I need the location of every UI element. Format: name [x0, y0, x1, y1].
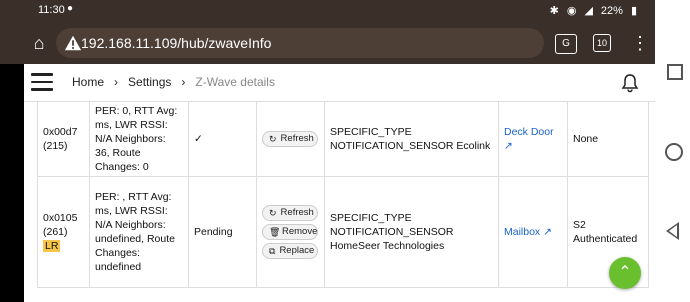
node-id-cell: 0x0105 (261) LR — [37, 176, 90, 288]
device-link-cell: Deck Door ↗ — [498, 101, 568, 177]
android-nav-bar — [655, 0, 690, 302]
page-header: Home › Settings › Z-Wave details — [24, 64, 655, 102]
wifi-icon: ◉ — [566, 5, 577, 17]
tab-count-button[interactable]: 10 — [593, 34, 611, 52]
node-stats: PER: 0, RTT Avg: ms, LWR RSSI: N/A Neigh… — [89, 101, 189, 177]
breadcrumb-current: Z-Wave details — [195, 75, 275, 89]
hamburger-menu-icon[interactable] — [31, 73, 53, 91]
device-link-cell: Mailbox ↗ — [498, 176, 568, 288]
node-id-hex: 0x00d7 — [43, 126, 78, 138]
refresh-label: Refresh — [280, 133, 314, 144]
device-type: SPECIFIC_TYPE NOTIFICATION_SENSOR Ecolin… — [324, 101, 499, 177]
trash-icon: 🗑 — [269, 227, 281, 237]
home-icon[interactable]: ⌂ — [28, 32, 50, 54]
notification-dot-icon: ● — [67, 3, 74, 14]
refresh-button[interactable]: ↻ Refresh — [262, 131, 318, 147]
recents-icon[interactable] — [667, 64, 683, 80]
device-link[interactable]: Mailbox — [504, 226, 540, 238]
node-stats: PER: , RTT Avg: ms, LWR RSSI: N/A Neighb… — [89, 176, 189, 288]
table-row: 0x0105 (261) LR PER: , RTT Avg: ms, LWR … — [37, 176, 649, 288]
node-id-decimal: (261) — [43, 226, 68, 238]
node-id-decimal: (215) — [43, 140, 68, 152]
battery-icon: ▮ — [630, 5, 637, 17]
status-time: 11:30 — [38, 4, 65, 16]
remove-label: Remove — [282, 226, 318, 237]
battery-percent: 22% — [600, 4, 623, 17]
node-actions: ↻ Refresh 🗑 Remove ⧉ Replace — [256, 176, 325, 288]
bell-icon[interactable] — [620, 73, 640, 93]
refresh-button[interactable]: ↻ Refresh — [262, 205, 318, 221]
breadcrumb: Home › Settings › Z-Wave details — [72, 75, 275, 89]
home-circle-icon[interactable] — [665, 143, 683, 161]
node-id-cell: 0x00d7 (215) — [37, 101, 90, 177]
chevron-right-icon: › — [114, 75, 119, 89]
refresh-label: Refresh — [280, 207, 314, 218]
security-level: None — [567, 101, 649, 177]
address-bar[interactable]: 192.168.11.109/hub/zwaveInfo — [56, 28, 544, 58]
long-range-badge: LR — [43, 240, 61, 252]
scroll-up-button[interactable]: ⌃ — [609, 257, 641, 289]
node-status: Pending — [188, 176, 257, 288]
signal-icon: ◢ — [584, 5, 593, 17]
warning-icon[interactable] — [64, 34, 82, 52]
zwave-device-table: 0x00d7 (215) PER: 0, RTT Avg: ms, LWR RS… — [37, 101, 649, 288]
refresh-icon: ↻ — [269, 208, 277, 218]
device-link[interactable]: Deck Door — [504, 126, 554, 138]
table-row: 0x00d7 (215) PER: 0, RTT Avg: ms, LWR RS… — [37, 101, 649, 177]
browser-toolbar: ⌂ 192.168.11.109/hub/zwaveInfo G 10 ⋮ — [0, 22, 655, 64]
bluetooth-icon: ✱ — [549, 5, 559, 17]
status-bar: 11:30 ● ✱ ◉ ◢ 22% ▮ — [0, 0, 655, 22]
replace-label: Replace — [279, 245, 315, 256]
external-link-icon[interactable]: ↗ — [504, 140, 513, 152]
remove-button[interactable]: 🗑 Remove — [262, 224, 318, 240]
node-id-hex: 0x0105 — [43, 212, 78, 224]
node-status: ✓ — [188, 101, 257, 177]
url-text[interactable]: 192.168.11.109/hub/zwaveInfo — [81, 35, 271, 51]
page-content: Home › Settings › Z-Wave details 0x00d7 … — [24, 64, 655, 302]
replace-button[interactable]: ⧉ Replace — [262, 243, 318, 259]
external-link-icon[interactable]: ↗ — [543, 226, 552, 238]
chevron-up-icon: ⌃ — [618, 264, 632, 281]
overflow-menu-icon[interactable]: ⋮ — [631, 32, 649, 54]
breadcrumb-settings[interactable]: Settings — [128, 75, 171, 89]
chevron-right-icon: › — [181, 75, 186, 89]
copy-icon: ⧉ — [269, 246, 276, 256]
breadcrumb-home[interactable]: Home — [72, 75, 104, 89]
device-type: SPECIFIC_TYPE NOTIFICATION_SENSOR HomeSe… — [324, 176, 499, 288]
refresh-icon: ↻ — [269, 134, 277, 144]
translate-icon[interactable]: G — [555, 34, 577, 54]
node-actions: ↻ Refresh — [256, 101, 325, 177]
back-icon-inner — [669, 225, 677, 237]
